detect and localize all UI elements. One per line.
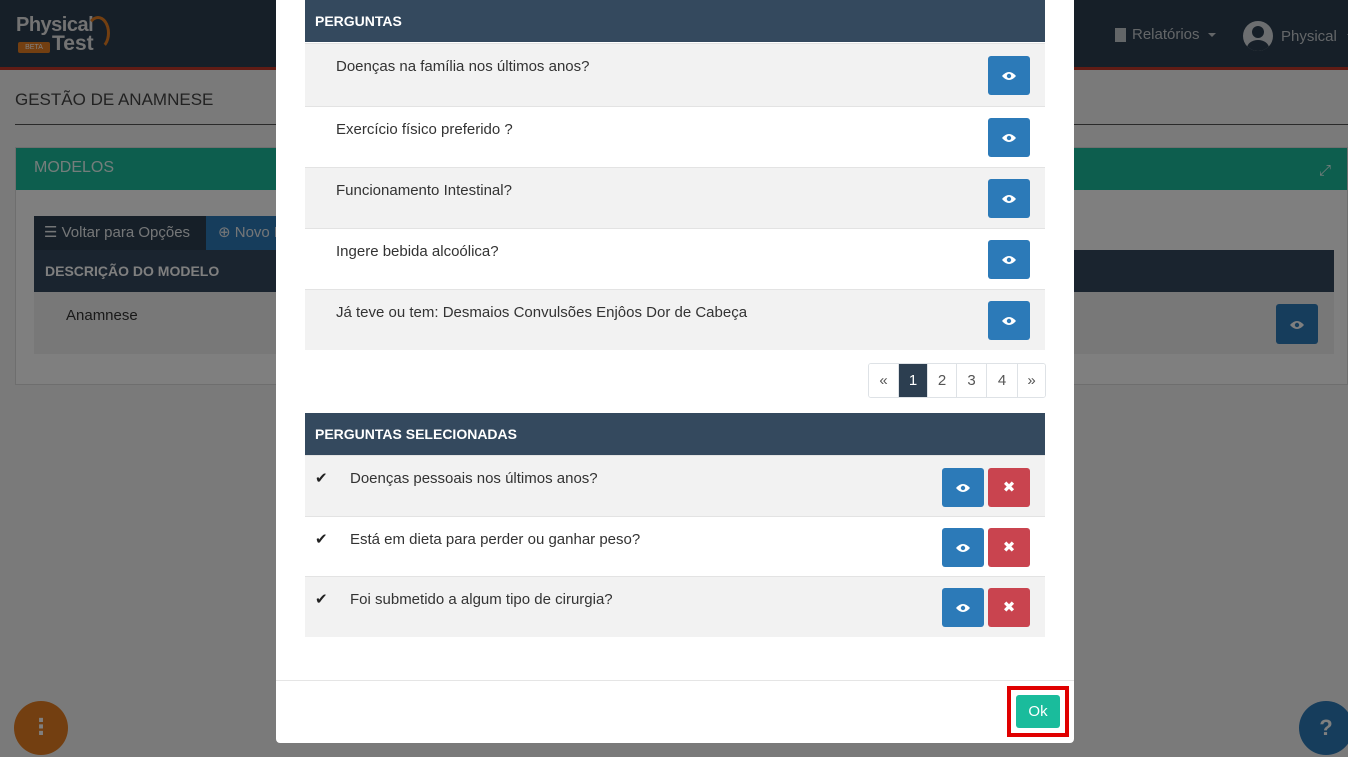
questions-modal: PERGUNTAS Doenças na família nos últimos… — [276, 0, 1074, 743]
selected-questions-header: PERGUNTAS SELECIONADAS — [305, 413, 1045, 455]
question-text: Exercício físico preferido ? — [336, 121, 513, 138]
question-row: Exercício físico preferido ? — [305, 106, 1045, 167]
view-selected-question-button[interactable] — [942, 588, 984, 627]
check-icon: ✔ — [315, 591, 328, 608]
times-icon: ✖ — [1002, 539, 1016, 556]
times-icon: ✖ — [1002, 599, 1016, 616]
question-text: Ingere bebida alcoólica? — [336, 243, 499, 260]
ok-button[interactable]: Ok — [1016, 695, 1060, 728]
pagination-page-2[interactable]: 2 — [927, 364, 956, 397]
selected-question-row: ✔ Doenças pessoais nos últimos anos? ✖ — [305, 455, 1045, 516]
times-icon: ✖ — [1002, 479, 1016, 496]
question-text: Já teve ou tem: Desmaios Convulsões Enjô… — [336, 304, 748, 321]
selected-question-row: ✔ Foi submetido a algum tipo de cirurgia… — [305, 576, 1045, 637]
question-row: Doenças na família nos últimos anos? — [305, 43, 1045, 106]
pagination-page-1[interactable]: 1 — [898, 364, 927, 397]
remove-selected-question-button[interactable]: ✖ — [988, 528, 1030, 567]
question-row: Ingere bebida alcoólica? — [305, 228, 1045, 289]
eye-icon — [956, 543, 970, 552]
check-icon: ✔ — [315, 531, 328, 548]
remove-selected-question-button[interactable]: ✖ — [988, 588, 1030, 627]
eye-icon — [1002, 133, 1016, 142]
remove-selected-question-button[interactable]: ✖ — [988, 468, 1030, 507]
view-question-button[interactable] — [988, 240, 1030, 279]
pagination-next[interactable]: » — [1017, 364, 1045, 397]
eye-icon — [1002, 71, 1016, 80]
view-question-button[interactable] — [988, 56, 1030, 95]
view-question-button[interactable] — [988, 301, 1030, 340]
eye-icon — [956, 483, 970, 492]
selected-question-text: Está em dieta para perder ou ganhar peso… — [350, 531, 641, 548]
question-row: Já teve ou tem: Desmaios Convulsões Enjô… — [305, 289, 1045, 350]
view-selected-question-button[interactable] — [942, 528, 984, 567]
view-question-button[interactable] — [988, 118, 1030, 157]
pagination-page-4[interactable]: 4 — [986, 364, 1017, 397]
questions-header: PERGUNTAS — [305, 0, 1045, 42]
eye-icon — [1002, 316, 1016, 325]
question-text: Funcionamento Intestinal? — [336, 182, 512, 199]
selected-question-text: Doenças pessoais nos últimos anos? — [350, 470, 598, 487]
view-selected-question-button[interactable] — [942, 468, 984, 507]
eye-icon — [1002, 255, 1016, 264]
selected-question-text: Foi submetido a algum tipo de cirurgia? — [350, 591, 613, 608]
question-row: Funcionamento Intestinal? — [305, 167, 1045, 228]
modal-footer-divider — [276, 680, 1074, 681]
question-text: Doenças na família nos últimos anos? — [336, 58, 590, 75]
eye-icon — [956, 603, 970, 612]
check-icon: ✔ — [315, 470, 328, 487]
pagination-page-3[interactable]: 3 — [956, 364, 986, 397]
pagination: « 1 2 3 4 » — [868, 363, 1046, 398]
eye-icon — [1002, 194, 1016, 203]
pagination-prev[interactable]: « — [869, 364, 898, 397]
selected-question-row: ✔ Está em dieta para perder ou ganhar pe… — [305, 516, 1045, 576]
view-question-button[interactable] — [988, 179, 1030, 218]
